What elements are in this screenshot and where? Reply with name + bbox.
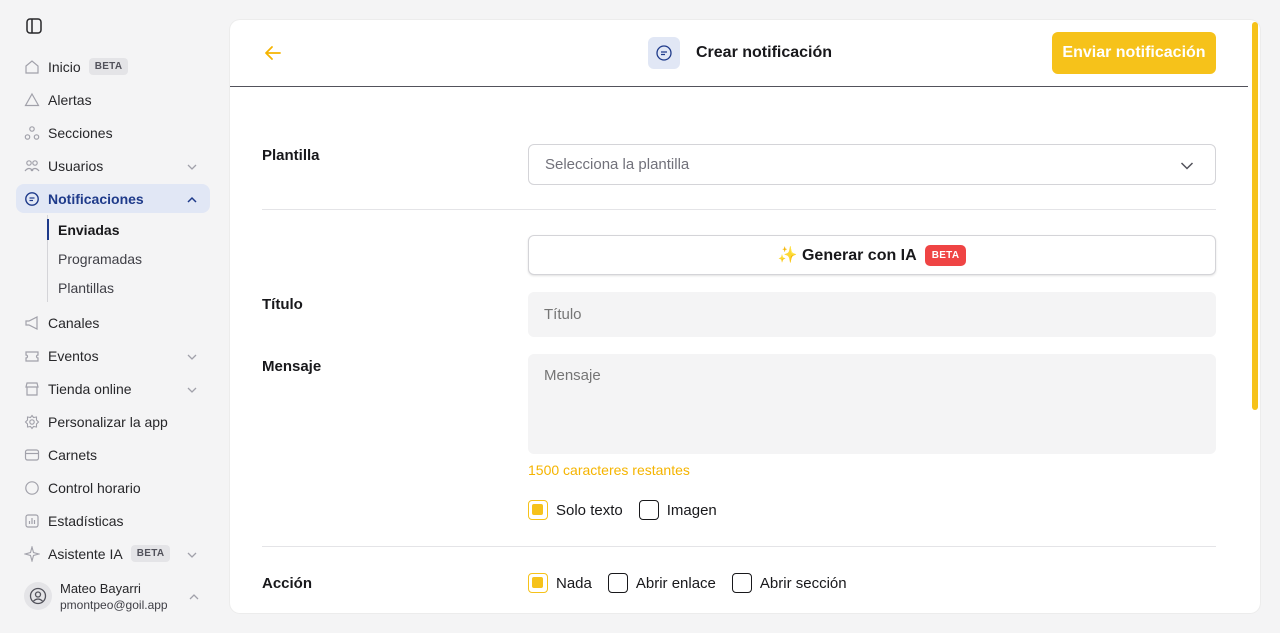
template-select[interactable]: Selecciona la plantilla [528, 144, 1216, 185]
template-label: Plantilla [262, 147, 320, 164]
title-label: Título [262, 296, 303, 313]
megaphone-icon [24, 315, 40, 331]
chevron-down-icon [186, 160, 198, 172]
divider [262, 209, 1216, 210]
message-label: Mensaje [262, 358, 322, 375]
card-icon [24, 447, 40, 463]
option-solo-texto[interactable]: Solo texto [528, 500, 623, 520]
chat-icon [24, 191, 40, 207]
action-options: Nada Abrir enlace Abrir sección [528, 573, 863, 593]
users-icon [24, 158, 40, 174]
sidebar-item-label: Alertas [48, 91, 92, 108]
chart-icon [24, 513, 40, 529]
option-label: Solo texto [556, 501, 623, 519]
chevron-down-icon [1179, 158, 1195, 174]
clock-icon [24, 480, 40, 496]
chevron-up-icon [186, 193, 198, 205]
sidebar-item-carnets[interactable]: Carnets [16, 438, 210, 471]
title-input[interactable] [528, 292, 1216, 337]
sidebar-item-label: Personalizar la app [48, 413, 168, 430]
scrollbar[interactable] [1252, 22, 1258, 410]
content-type-options: Solo texto Imagen [528, 500, 733, 520]
sidebar-item-estadisticas[interactable]: Estadísticas [16, 504, 210, 537]
sidebar-item-asistente-ia[interactable]: Asistente IA BETA [16, 537, 210, 570]
sections-icon [24, 125, 40, 141]
option-nada[interactable]: Nada [528, 573, 592, 593]
chevron-down-icon [186, 350, 198, 362]
char-counter: 1500 caracteres restantes [528, 462, 690, 478]
sidebar-subitem-programadas[interactable]: Programadas [48, 244, 210, 273]
option-label: Abrir enlace [635, 574, 716, 592]
sidebar-subitem-enviadas[interactable]: Enviadas [47, 215, 210, 244]
alert-icon [24, 92, 40, 108]
sidebar-item-alertas[interactable]: Alertas [16, 83, 210, 116]
action-label: Acción [262, 575, 313, 592]
generate-ai-button[interactable]: ✨ Generar con IA BETA [528, 235, 1216, 275]
sidebar-item-label: Carnets [48, 446, 98, 463]
sidebar-item-eventos[interactable]: Eventos [16, 339, 210, 372]
template-placeholder: Selecciona la plantilla [545, 156, 690, 173]
sidebar-item-canales[interactable]: Canales [16, 306, 210, 339]
option-label: Nada [556, 574, 592, 592]
beta-badge: BETA [88, 58, 129, 75]
sidebar-item-label: Secciones [48, 124, 113, 141]
option-abrir-enlace[interactable]: Abrir enlace [607, 573, 716, 593]
sidebar-item-label: Usuarios [48, 157, 104, 174]
sidebar-item-secciones[interactable]: Secciones [16, 116, 210, 149]
sidebar-item-tienda-online[interactable]: Tienda online [16, 372, 210, 405]
user-menu[interactable]: Mateo Bayarri pmontpeo@goil.app [24, 578, 210, 614]
send-notification-button[interactable]: Enviar notificación [1052, 32, 1216, 74]
message-textarea[interactable] [528, 354, 1216, 454]
option-abrir-seccion[interactable]: Abrir sección [731, 573, 847, 593]
back-arrow-icon[interactable] [262, 42, 284, 64]
sidebar-item-label: Eventos [48, 347, 99, 364]
generate-ai-label: ✨ Generar con IA [777, 247, 917, 264]
card-header: Crear notificación Enviar notificación [230, 20, 1248, 87]
chevron-up-icon [188, 590, 200, 602]
sidebar: Inicio BETA Alertas Secciones Usuarios N… [0, 0, 222, 633]
sidebar-item-label: Notificaciones [48, 190, 144, 207]
sidebar-item-label: Canales [48, 314, 100, 331]
sidebar-item-notificaciones[interactable]: Notificaciones [16, 184, 210, 213]
option-label: Abrir sección [759, 574, 847, 592]
home-icon [24, 59, 40, 75]
sidebar-item-inicio[interactable]: Inicio BETA [16, 50, 210, 83]
ticket-icon [24, 348, 40, 364]
sidebar-item-usuarios[interactable]: Usuarios [16, 149, 210, 182]
sidebar-nav: Inicio BETA Alertas Secciones Usuarios N… [16, 50, 210, 570]
beta-badge: BETA [130, 545, 171, 562]
notificaciones-submenu: Enviadas Programadas Plantillas [47, 215, 210, 302]
create-notification-card: Crear notificación Enviar notificación P… [230, 20, 1260, 613]
sidebar-item-label: Estadísticas [48, 512, 124, 529]
sidebar-item-personalizar[interactable]: Personalizar la app [16, 405, 210, 438]
option-imagen[interactable]: Imagen [638, 500, 717, 520]
gear-icon [24, 414, 40, 430]
sidebar-subitem-plantillas[interactable]: Plantillas [48, 273, 210, 302]
sidebar-item-label: Tienda online [48, 380, 132, 397]
chevron-down-icon [186, 383, 198, 395]
option-label: Imagen [666, 501, 717, 519]
page-title: Crear notificación [696, 44, 833, 61]
avatar [24, 582, 52, 610]
sidebar-item-label: Control horario [48, 479, 141, 496]
sidebar-item-label: Asistente IA [48, 545, 123, 562]
checkbox[interactable] [731, 573, 752, 593]
beta-badge: BETA [924, 244, 967, 266]
checkbox[interactable] [607, 573, 628, 593]
sidebar-toggle-icon[interactable] [24, 16, 44, 36]
chevron-down-icon [186, 548, 198, 560]
checkbox-checked[interactable] [528, 573, 548, 593]
user-email: pmontpeo@goil.app [60, 597, 168, 612]
sparkle-icon [24, 545, 40, 562]
store-icon [24, 381, 40, 397]
divider [262, 546, 1216, 547]
checkbox[interactable] [638, 500, 659, 520]
sidebar-item-control-horario[interactable]: Control horario [16, 471, 210, 504]
user-name: Mateo Bayarri [60, 580, 141, 596]
checkbox-checked[interactable] [528, 500, 548, 520]
sidebar-item-label: Inicio [48, 58, 81, 75]
chat-icon [648, 37, 680, 69]
